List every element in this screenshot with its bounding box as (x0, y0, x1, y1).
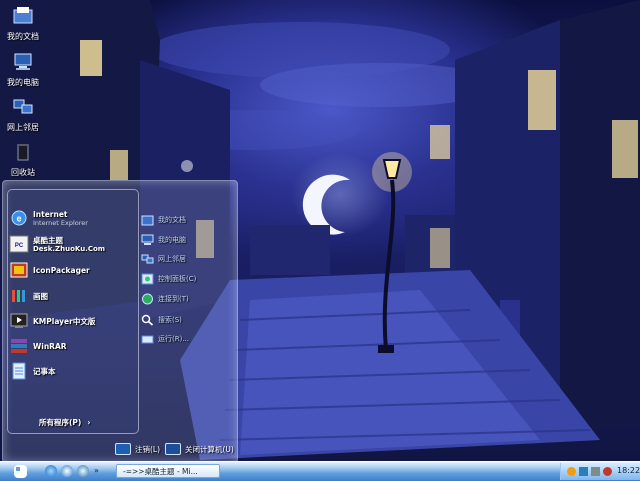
connect-to-icon (142, 293, 153, 305)
control-panel-icon (141, 273, 154, 285)
desktop-icon-label: 回收站 (11, 168, 35, 177)
place-label: 连接到(T) (158, 295, 189, 303)
program-title: KMPlayer中文版 (33, 316, 96, 326)
network-places-icon (141, 254, 154, 264)
program-notepad[interactable]: 记事本 (9, 362, 56, 380)
program-subtitle: Desk.ZhuoKu.Com (33, 244, 106, 253)
arrow-right-icon: › (87, 418, 91, 427)
program-kmplayer[interactable]: KMPlayer中文版 (9, 312, 95, 330)
desktop-icon-documents[interactable]: 我的文档 (0, 6, 46, 42)
system-tray: 18:22 (560, 463, 640, 480)
program-title: 记事本 (33, 366, 56, 376)
logoff-icon (115, 443, 131, 455)
start-button[interactable] (6, 464, 34, 479)
desktop-icon-label: 网上邻居 (7, 123, 39, 132)
iconpackager-icon (10, 262, 28, 278)
program-title: WinRAR (33, 341, 67, 351)
desktop-icon-recycle-bin[interactable]: 回收站 (0, 142, 46, 178)
program-zhuoku[interactable]: PC 桌酷主题 Desk.ZhuoKu.Com (9, 235, 105, 253)
place-my-documents[interactable]: 我的文档 (141, 214, 186, 226)
place-label: 网上邻居 (158, 255, 186, 263)
clock[interactable]: 18:22 (617, 466, 640, 475)
desktop-icon-computer[interactable]: 我的电脑 (0, 52, 46, 88)
task-label: -=>>桌酷主题 - Mi... (123, 467, 198, 476)
search-icon (141, 314, 154, 326)
network-icon (13, 99, 33, 114)
tray-network-icon[interactable] (579, 467, 588, 476)
ie-icon: e (11, 210, 27, 226)
place-label: 搜索(S) (158, 316, 182, 324)
run-icon (141, 335, 154, 344)
media-icon[interactable] (77, 465, 89, 477)
program-winrar[interactable]: WinRAR (9, 337, 67, 355)
place-label: 运行(R)... (158, 335, 190, 343)
program-iconpackager[interactable]: IconPackager (9, 261, 90, 279)
taskbar-window-button[interactable]: -=>>桌酷主题 - Mi... (116, 464, 220, 478)
computer-icon (14, 53, 32, 70)
program-title: 画图 (33, 291, 48, 301)
ie-quicklaunch-icon[interactable] (61, 465, 73, 477)
place-search[interactable]: 搜索(S) (141, 314, 182, 326)
program-title: IconPackager (33, 265, 90, 275)
desktop-icon-label: 我的文档 (7, 32, 39, 41)
taskbar: » -=>>桌酷主题 - Mi... 18:22 (0, 461, 640, 481)
place-connect-to[interactable]: 连接到(T) (141, 293, 189, 305)
svg-text:e: e (16, 214, 21, 224)
refresh-icon[interactable] (45, 465, 57, 477)
place-run[interactable]: 运行(R)... (141, 333, 189, 345)
svg-text:PC: PC (15, 243, 24, 249)
program-title: 桌酷主题 (33, 235, 63, 245)
place-label: 我的文档 (158, 216, 186, 224)
place-network[interactable]: 网上邻居 (141, 253, 186, 265)
place-label: 我的电脑 (158, 236, 186, 244)
tray-volume-icon[interactable] (591, 467, 600, 476)
tray-app-icon[interactable] (567, 467, 576, 476)
recycle-bin-icon (17, 144, 29, 161)
place-label: 控制面板(C) (158, 275, 197, 283)
logoff-label: 注销(L) (135, 444, 161, 454)
program-title: Internet (33, 209, 68, 219)
shutdown-label: 关闭计算机(U) (185, 444, 234, 454)
tray-security-icon[interactable] (603, 467, 612, 476)
paint-icon (12, 290, 25, 302)
power-icon (165, 443, 181, 455)
documents-icon (141, 215, 154, 226)
doc-folder-icon (13, 7, 33, 24)
program-paint[interactable]: 画图 (9, 287, 48, 305)
shutdown-button[interactable]: 关闭计算机(U) (165, 443, 234, 455)
chevron-right-icon[interactable]: » (94, 467, 102, 475)
kmplayer-icon (10, 313, 28, 328)
program-internet[interactable]: e Internet Internet Explorer (9, 209, 88, 227)
my-computer-icon (141, 234, 154, 245)
start-menu: e Internet Internet Explorer PC 桌酷主题 Des… (2, 180, 238, 463)
place-control-panel[interactable]: 控制面板(C) (141, 273, 196, 285)
logoff-button[interactable]: 注销(L) (115, 443, 160, 455)
zhuoku-icon: PC (9, 235, 29, 253)
desktop-icon-label: 我的电脑 (7, 78, 39, 87)
place-my-computer[interactable]: 我的电脑 (141, 234, 186, 246)
all-programs-button[interactable]: 所有程序(P) › (39, 417, 90, 428)
desktop-icon-network[interactable]: 网上邻居 (0, 97, 46, 133)
notepad-icon (12, 362, 26, 380)
winrar-icon (11, 339, 27, 353)
all-programs-label: 所有程序(P) (39, 418, 82, 427)
program-subtitle: Internet Explorer (33, 218, 88, 227)
